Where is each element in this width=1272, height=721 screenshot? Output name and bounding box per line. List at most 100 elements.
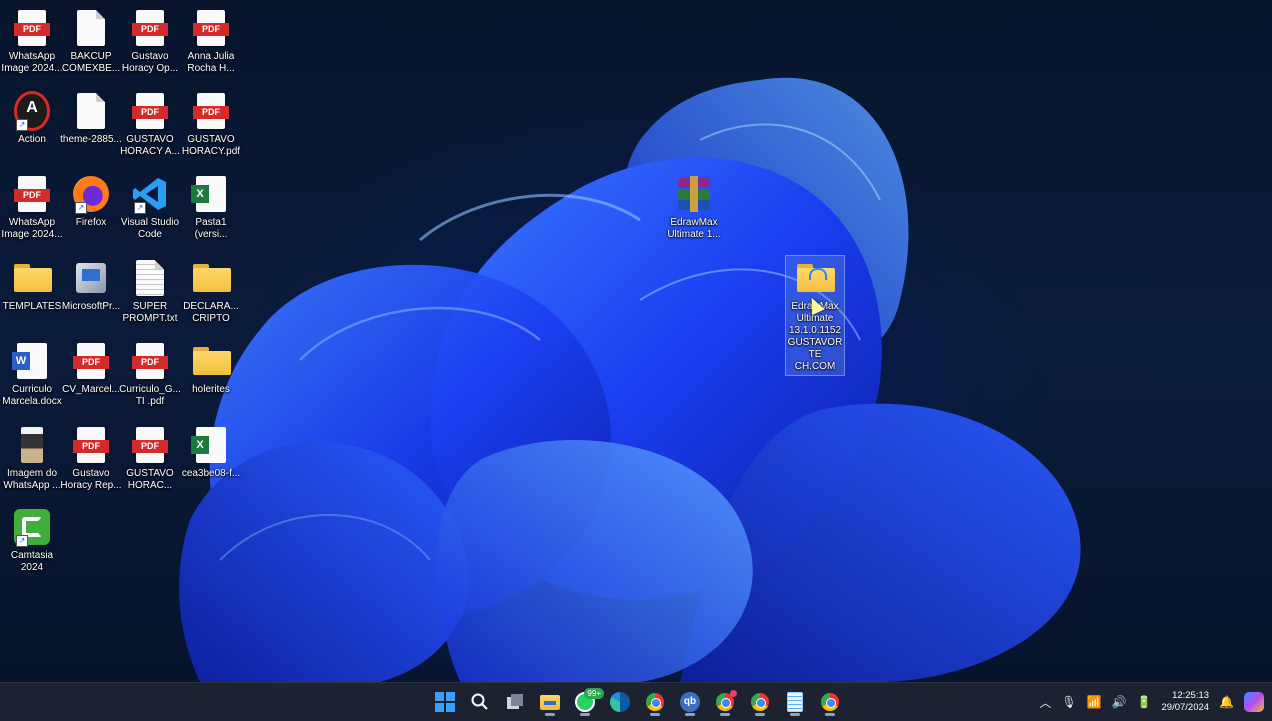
icon-label: EdrawMax Ultimate 1... xyxy=(667,217,721,240)
pdf-file-icon: PDF xyxy=(193,91,229,131)
desktop-icon-gustavo-horac[interactable]: PDF GUSTAVO HORAC... xyxy=(118,425,182,492)
taskbar-chrome-2[interactable] xyxy=(710,687,740,717)
pdf-file-icon: PDF xyxy=(132,341,168,381)
desktop-icon-vscode[interactable]: ↗ Visual Studio Code xyxy=(118,174,182,241)
desktop-icon-anna-julia[interactable]: PDF Anna Julia Rocha H... xyxy=(179,8,243,75)
taskbar-chrome-4[interactable] xyxy=(815,687,845,717)
task-view-icon xyxy=(507,694,523,709)
taskbar-qbittorrent[interactable]: qb xyxy=(675,687,705,717)
desktop-background: PDF WhatsApp Image 2024... A ↗ Action PD… xyxy=(0,0,1272,682)
desktop-icon-cv-marcel[interactable]: PDF CV_Marcel... xyxy=(59,341,123,396)
notification-bell-icon[interactable]: 🔔 xyxy=(1219,695,1234,709)
desktop-icon-bakcup[interactable]: BAKCUP COMEXBE... xyxy=(59,8,123,75)
desktop-icon-imagem-whatsapp[interactable]: Imagem do WhatsApp ... xyxy=(0,425,64,492)
icon-label: holerites xyxy=(192,384,230,395)
icon-label: TEMPLATES xyxy=(2,301,62,312)
icon-label: Curriculo Marcela.docx xyxy=(2,384,62,407)
icon-label: Firefox xyxy=(75,217,107,228)
folder-icon xyxy=(14,258,52,298)
taskbar-whatsapp[interactable]: 99+ xyxy=(570,687,604,717)
taskbar-edge[interactable] xyxy=(605,687,635,717)
taskbar-file-explorer[interactable] xyxy=(535,687,565,717)
desktop-icon-declara-cripto[interactable]: DECLARA... CRIPTO xyxy=(179,258,243,325)
text-file-icon xyxy=(132,258,168,298)
folder-icon xyxy=(797,258,835,298)
shortcut-arrow-icon: ↗ xyxy=(75,202,87,214)
excel-file-icon: X xyxy=(191,174,229,214)
icon-label: GUSTAVO HORACY A... xyxy=(120,134,180,157)
icon-label: WhatsApp Image 2024... xyxy=(1,217,63,240)
start-button[interactable] xyxy=(430,687,460,717)
search-button[interactable] xyxy=(465,687,495,717)
desktop-icon-holerites[interactable]: holerites xyxy=(179,341,243,396)
desktop-icon-templates[interactable]: TEMPLATES xyxy=(0,258,64,313)
desktop-icon-curriculo-marcela[interactable]: W Curriculo Marcela.docx xyxy=(0,341,64,408)
icon-label: Anna Julia Rocha H... xyxy=(187,51,235,74)
show-hidden-icons-chevron-icon[interactable]: ︿ xyxy=(1039,694,1051,711)
icon-label: SUPER PROMPT.txt xyxy=(122,301,178,324)
firefox-icon: ↗ xyxy=(73,174,109,214)
taskbar-chrome-3[interactable] xyxy=(745,687,775,717)
icon-label: Curriculo_G... TI .pdf xyxy=(119,384,181,407)
icon-label: WhatsApp Image 2024... xyxy=(1,51,63,74)
microphone-icon[interactable]: 🎙 xyxy=(1061,695,1076,709)
desktop-icon-whatsapp-image-pdf[interactable]: PDF WhatsApp Image 2024... xyxy=(0,8,64,75)
volume-icon[interactable]: 🔊 xyxy=(1112,695,1127,709)
desktop-icon-edrawmax-folder[interactable]: EdrawMax Ultimate 13.1.0.1152 GUSTAVORTE… xyxy=(785,255,845,376)
copilot-icon[interactable] xyxy=(1244,692,1264,712)
taskbar: 99+ qb ︿ 🎙 📶 🔊 🔋 12:25:13 29/07/2024 🔔 xyxy=(0,682,1272,721)
desktop-icon-action[interactable]: A ↗ Action xyxy=(0,91,64,146)
icon-label: Action xyxy=(18,134,46,145)
qbittorrent-icon: qb xyxy=(680,692,700,712)
desktop-icon-camtasia[interactable]: ↗ Camtasia 2024 xyxy=(0,507,64,574)
folder-icon xyxy=(193,258,231,298)
desktop-icon-gustavo-horacy-rep[interactable]: PDF Gustavo Horacy Rep... xyxy=(59,425,123,492)
pdf-file-icon: PDF xyxy=(14,8,50,48)
system-tray: ︿ 🎙 📶 🔊 🔋 12:25:13 29/07/2024 🔔 xyxy=(1039,683,1264,721)
icon-label: Visual Studio Code xyxy=(120,217,180,240)
desktop-icon-edrawmax-rar[interactable]: EdrawMax Ultimate 1... xyxy=(662,174,726,241)
windows-logo-icon xyxy=(435,692,455,712)
desktop-icon-firefox[interactable]: ↗ Firefox xyxy=(59,174,123,229)
task-view-button[interactable] xyxy=(500,687,530,717)
desktop-icon-cea3be08[interactable]: X cea3be08-f... xyxy=(179,425,243,480)
desktop-icon-gustavo-horacy-a[interactable]: PDF GUSTAVO HORACY A... xyxy=(118,91,182,158)
taskbar-notepad[interactable] xyxy=(780,687,810,717)
desktop-icon-super-prompt[interactable]: SUPER PROMPT.txt xyxy=(118,258,182,325)
desktop-icon-whatsapp-image-pdf-2[interactable]: PDF WhatsApp Image 2024... xyxy=(0,174,64,241)
icon-label: Imagem do WhatsApp ... xyxy=(3,468,61,491)
wifi-icon[interactable]: 📶 xyxy=(1087,695,1102,709)
excel-file-icon: X xyxy=(191,425,229,465)
file-explorer-icon xyxy=(540,694,560,710)
installer-icon xyxy=(73,258,109,298)
notepad-icon xyxy=(787,692,803,712)
vscode-icon: ↗ xyxy=(132,174,168,214)
taskbar-chrome-1[interactable] xyxy=(640,687,670,717)
icon-label: Pasta1 (versi... xyxy=(194,217,228,240)
word-file-icon: W xyxy=(12,341,50,381)
desktop-icon-microsoftpr[interactable]: MicrosoftPr... xyxy=(59,258,123,313)
icon-label: MicrosoftPr... xyxy=(61,301,121,312)
shortcut-arrow-icon: ↗ xyxy=(16,535,28,547)
battery-icon[interactable]: 🔋 xyxy=(1137,695,1152,709)
desktop-icon-theme[interactable]: theme-2885... xyxy=(59,91,123,146)
icon-label: theme-2885... xyxy=(60,134,122,145)
clock[interactable]: 12:25:13 29/07/2024 xyxy=(1162,690,1210,714)
icon-label: GUSTAVO HORACY.pdf xyxy=(181,134,241,157)
action-app-icon: A ↗ xyxy=(14,91,50,131)
pdf-file-icon: PDF xyxy=(73,425,109,465)
shortcut-arrow-icon: ↗ xyxy=(16,119,28,131)
icon-label: BAKCUP COMEXBE... xyxy=(61,51,121,74)
desktop-icon-gustavo-horacy-pdf[interactable]: PDF GUSTAVO HORACY.pdf xyxy=(179,91,243,158)
desktop-icon-gustavo-horacy-op[interactable]: PDF Gustavo Horacy Op... xyxy=(118,8,182,75)
desktop-icon-curriculo-g-ti[interactable]: PDF Curriculo_G... TI .pdf xyxy=(118,341,182,408)
search-icon xyxy=(471,693,488,710)
icon-label: Gustavo Horacy Op... xyxy=(121,51,179,74)
winrar-archive-icon xyxy=(676,174,712,214)
chrome-icon xyxy=(751,693,769,711)
taskbar-apps: 99+ qb xyxy=(430,683,845,721)
folder-icon xyxy=(193,341,231,381)
icon-label: Gustavo Horacy Rep... xyxy=(60,468,122,491)
desktop-icon-pasta1[interactable]: X Pasta1 (versi... xyxy=(179,174,243,241)
notification-dot xyxy=(730,690,737,697)
